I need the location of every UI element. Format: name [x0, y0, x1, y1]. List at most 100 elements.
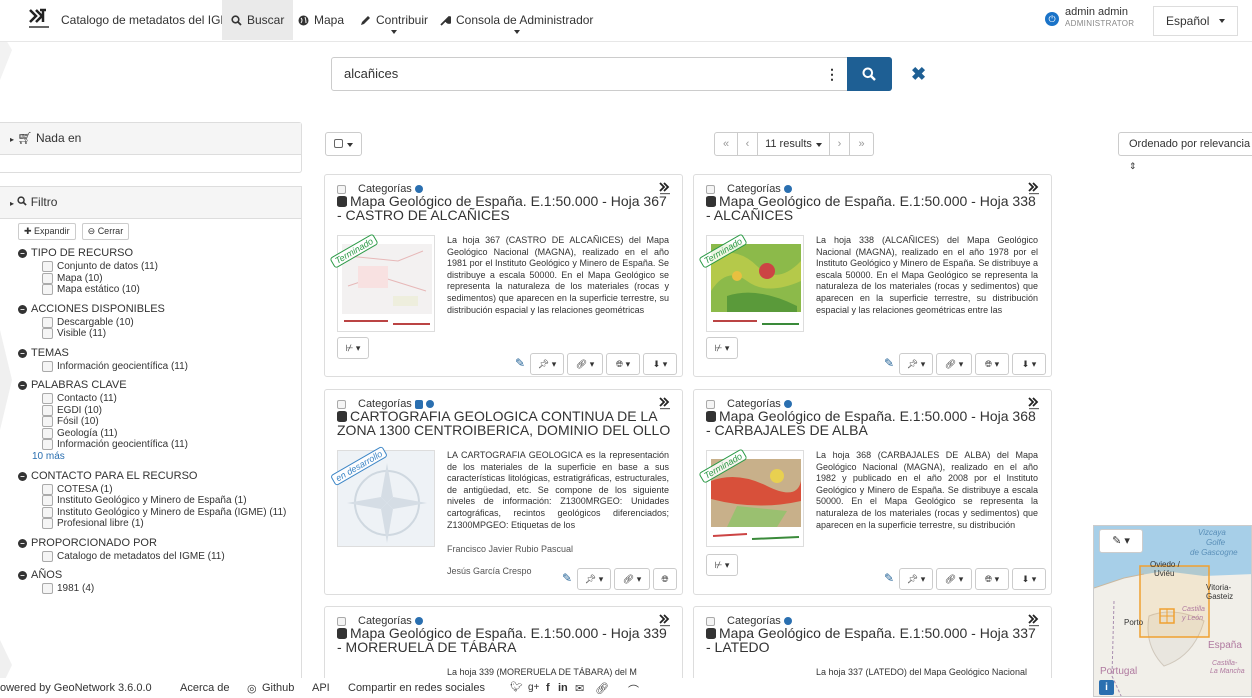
card-title[interactable]: Mapa Geológico de España. E.1:50.000 - H… — [337, 626, 672, 654]
map-draw-tool[interactable]: ✎ ▾ — [1099, 529, 1143, 553]
facet-item[interactable]: Catalogo de metadatos del IGME (11) — [18, 551, 302, 563]
search-options-icon[interactable]: ⋮ — [817, 57, 847, 91]
card-checkbox[interactable] — [337, 184, 346, 194]
card-title[interactable]: Mapa Geológico de España. E.1:50.000 - H… — [706, 194, 1041, 222]
card-title[interactable]: Mapa Geológico de España. E.1:50.000 - H… — [337, 194, 672, 222]
card-checkbox[interactable] — [706, 399, 715, 409]
card-checkbox[interactable] — [337, 399, 346, 409]
user-menu[interactable]: admin admin ADMINISTRATOR — [1065, 7, 1134, 29]
facet-item[interactable]: Visible (11) — [18, 328, 302, 340]
edit-pencil-icon[interactable]: ✎ — [515, 356, 525, 370]
results-dropdown[interactable]: 11 results — [758, 132, 830, 156]
facet-group-acciones[interactable]: – ACCIONES DISPONIBLES — [18, 302, 302, 317]
card-format-button[interactable]: ⊬ ▾ — [706, 554, 738, 576]
more-link[interactable]: 10 más — [18, 451, 302, 463]
select-all-dropdown[interactable] — [325, 132, 362, 156]
language-select[interactable]: Español — [1153, 6, 1238, 36]
twitter-icon[interactable]: 🐦︎ — [510, 682, 523, 693]
facet-item[interactable]: COTESA (1) — [18, 484, 302, 496]
facet-item[interactable]: Contacto (11) — [18, 393, 302, 405]
facet-item[interactable]: Información geocientífica (11) — [18, 439, 302, 451]
footer-powered[interactable]: owered by GeoNetwork 3.6.0.0 — [0, 682, 152, 694]
facet-item[interactable]: Conjunto de datos (11) — [18, 261, 302, 273]
linkedin-icon[interactable]: in — [558, 682, 568, 694]
email-icon[interactable]: ✉ — [575, 682, 584, 695]
facet-item[interactable]: Fósil (10) — [18, 416, 302, 428]
map-info-icon[interactable]: i — [1099, 680, 1114, 695]
card-checkbox[interactable] — [706, 616, 715, 626]
facet-group-contacto[interactable]: – CONTACTO PARA EL RECURSO — [18, 469, 302, 484]
nav-admin-console[interactable]: Consola de Administrador — [440, 0, 593, 40]
card-checkbox[interactable] — [337, 616, 346, 626]
sort-select[interactable]: Ordenado por relevancia ⇕ — [1118, 132, 1252, 171]
facet-group-tipo[interactable]: – TIPO DE RECURSO — [18, 246, 302, 261]
edit-pencil-icon[interactable]: ✎ — [562, 571, 572, 585]
googleplus-icon[interactable]: g+ — [528, 682, 539, 693]
card-pin-button[interactable]: 📌︎ ▾ — [577, 568, 611, 590]
permalink-icon[interactable]: 🔗︎ — [595, 682, 609, 695]
card-download-button[interactable]: ⬇ ▾ — [643, 353, 677, 375]
igme-logo-icon[interactable] — [26, 6, 52, 32]
card-title[interactable]: Mapa Geológico de España. E.1:50.000 - H… — [706, 409, 1041, 437]
nav-contribute[interactable]: Contribuir — [360, 0, 428, 40]
card-link-button[interactable]: 🔗︎ ▾ — [936, 568, 972, 590]
card-pin-button[interactable]: 📌︎ ▾ — [899, 353, 933, 375]
facet-item[interactable]: Mapa estático (10) — [18, 284, 302, 296]
edit-pencil-icon[interactable]: ✎ — [884, 356, 894, 370]
card-link-button[interactable]: 🔗︎ ▾ — [567, 353, 603, 375]
wrench-icon — [440, 15, 451, 26]
rss-icon[interactable]: ⌒ — [628, 682, 639, 698]
first-page-button[interactable]: « — [714, 132, 738, 156]
clear-search-icon[interactable]: ✖ — [911, 65, 926, 83]
facet-item[interactable]: Mapa (10) — [18, 273, 302, 285]
facet-group-proporcionado[interactable]: – PROPORCIONADO POR — [18, 536, 302, 551]
facet-item[interactable]: Geología (11) — [18, 428, 302, 440]
facet-item[interactable]: Profesional libre (1) — [18, 518, 302, 530]
nav-search[interactable]: Buscar — [222, 0, 294, 40]
power-icon[interactable]: ⏻ — [1045, 12, 1059, 26]
facet-item[interactable]: Instituto Geológico y Minero de España (… — [18, 507, 302, 519]
card-title[interactable]: Mapa Geológico de España. E.1:50.000 - H… — [706, 626, 1041, 654]
facet-group-anos[interactable]: – AÑOS — [18, 568, 302, 583]
search-input[interactable]: alcañices — [331, 57, 849, 91]
filter-panel-header[interactable]: ▸ Filtro — [0, 187, 301, 219]
facet-item[interactable]: Descargable (10) — [18, 317, 302, 329]
selection-panel-header[interactable]: ▸ 🛒︎ Nada en — [0, 123, 301, 155]
card-download-button[interactable]: ⬇ ▾ — [1012, 353, 1046, 375]
search-extent-map[interactable]: ✎ ▾ Vizcaya Golfe de Gascogne Oviedo / U… — [1093, 525, 1252, 697]
card-pin-button[interactable]: 📌︎ ▾ — [899, 568, 933, 590]
prev-page-button[interactable]: ‹ — [738, 132, 758, 156]
search-icon — [17, 196, 28, 206]
card-globe-button[interactable]: 🌐︎ — [653, 568, 677, 590]
footer-api-link[interactable]: API — [312, 682, 330, 694]
card-link-button[interactable]: 🔗︎ ▾ — [614, 568, 650, 590]
card-link-button[interactable]: 🔗︎ ▾ — [936, 353, 972, 375]
card-title[interactable]: CARTOGRAFIA GEOLOGICA CONTINUA DE LA ZON… — [337, 409, 672, 451]
card-checkbox[interactable] — [706, 184, 715, 194]
last-page-button[interactable]: » — [850, 132, 874, 156]
expand-all-button[interactable]: ✚ Expandir — [18, 223, 76, 240]
results-count: 11 results — [765, 138, 812, 150]
facet-group-temas[interactable]: – TEMAS — [18, 346, 302, 361]
facet-item[interactable]: Instituto Geológico y Minero de España (… — [18, 495, 302, 507]
next-page-button[interactable]: › — [830, 132, 850, 156]
collapse-all-button[interactable]: ⊖ Cerrar — [81, 223, 130, 240]
card-globe-button[interactable]: 🌐︎ ▾ — [975, 353, 1009, 375]
nav-brand[interactable]: Catalogo de metadatos del IGME — [61, 0, 238, 40]
search-button[interactable] — [847, 57, 892, 91]
facet-item[interactable]: 1981 (4) — [18, 583, 302, 595]
facet-item[interactable]: EGDI (10) — [18, 405, 302, 417]
card-globe-button[interactable]: 🌐︎ ▾ — [606, 353, 640, 375]
card-format-button[interactable]: ⊬ ▾ — [706, 337, 738, 359]
card-globe-button[interactable]: 🌐︎ ▾ — [975, 568, 1009, 590]
nav-map[interactable]: Mapa — [298, 0, 344, 40]
facet-group-palabras[interactable]: – PALABRAS CLAVE — [18, 378, 302, 393]
facet-item[interactable]: Información geocientífica (11) — [18, 361, 302, 373]
card-pin-button[interactable]: 📌︎ ▾ — [530, 353, 564, 375]
footer-about-link[interactable]: Acerca de — [180, 682, 230, 694]
card-format-button[interactable]: ⊬ ▾ — [337, 337, 369, 359]
facebook-icon[interactable]: f — [546, 682, 550, 694]
footer-github-link[interactable]: Github — [262, 682, 294, 694]
card-download-button[interactable]: ⬇ ▾ — [1012, 568, 1046, 590]
edit-pencil-icon[interactable]: ✎ — [884, 571, 894, 585]
